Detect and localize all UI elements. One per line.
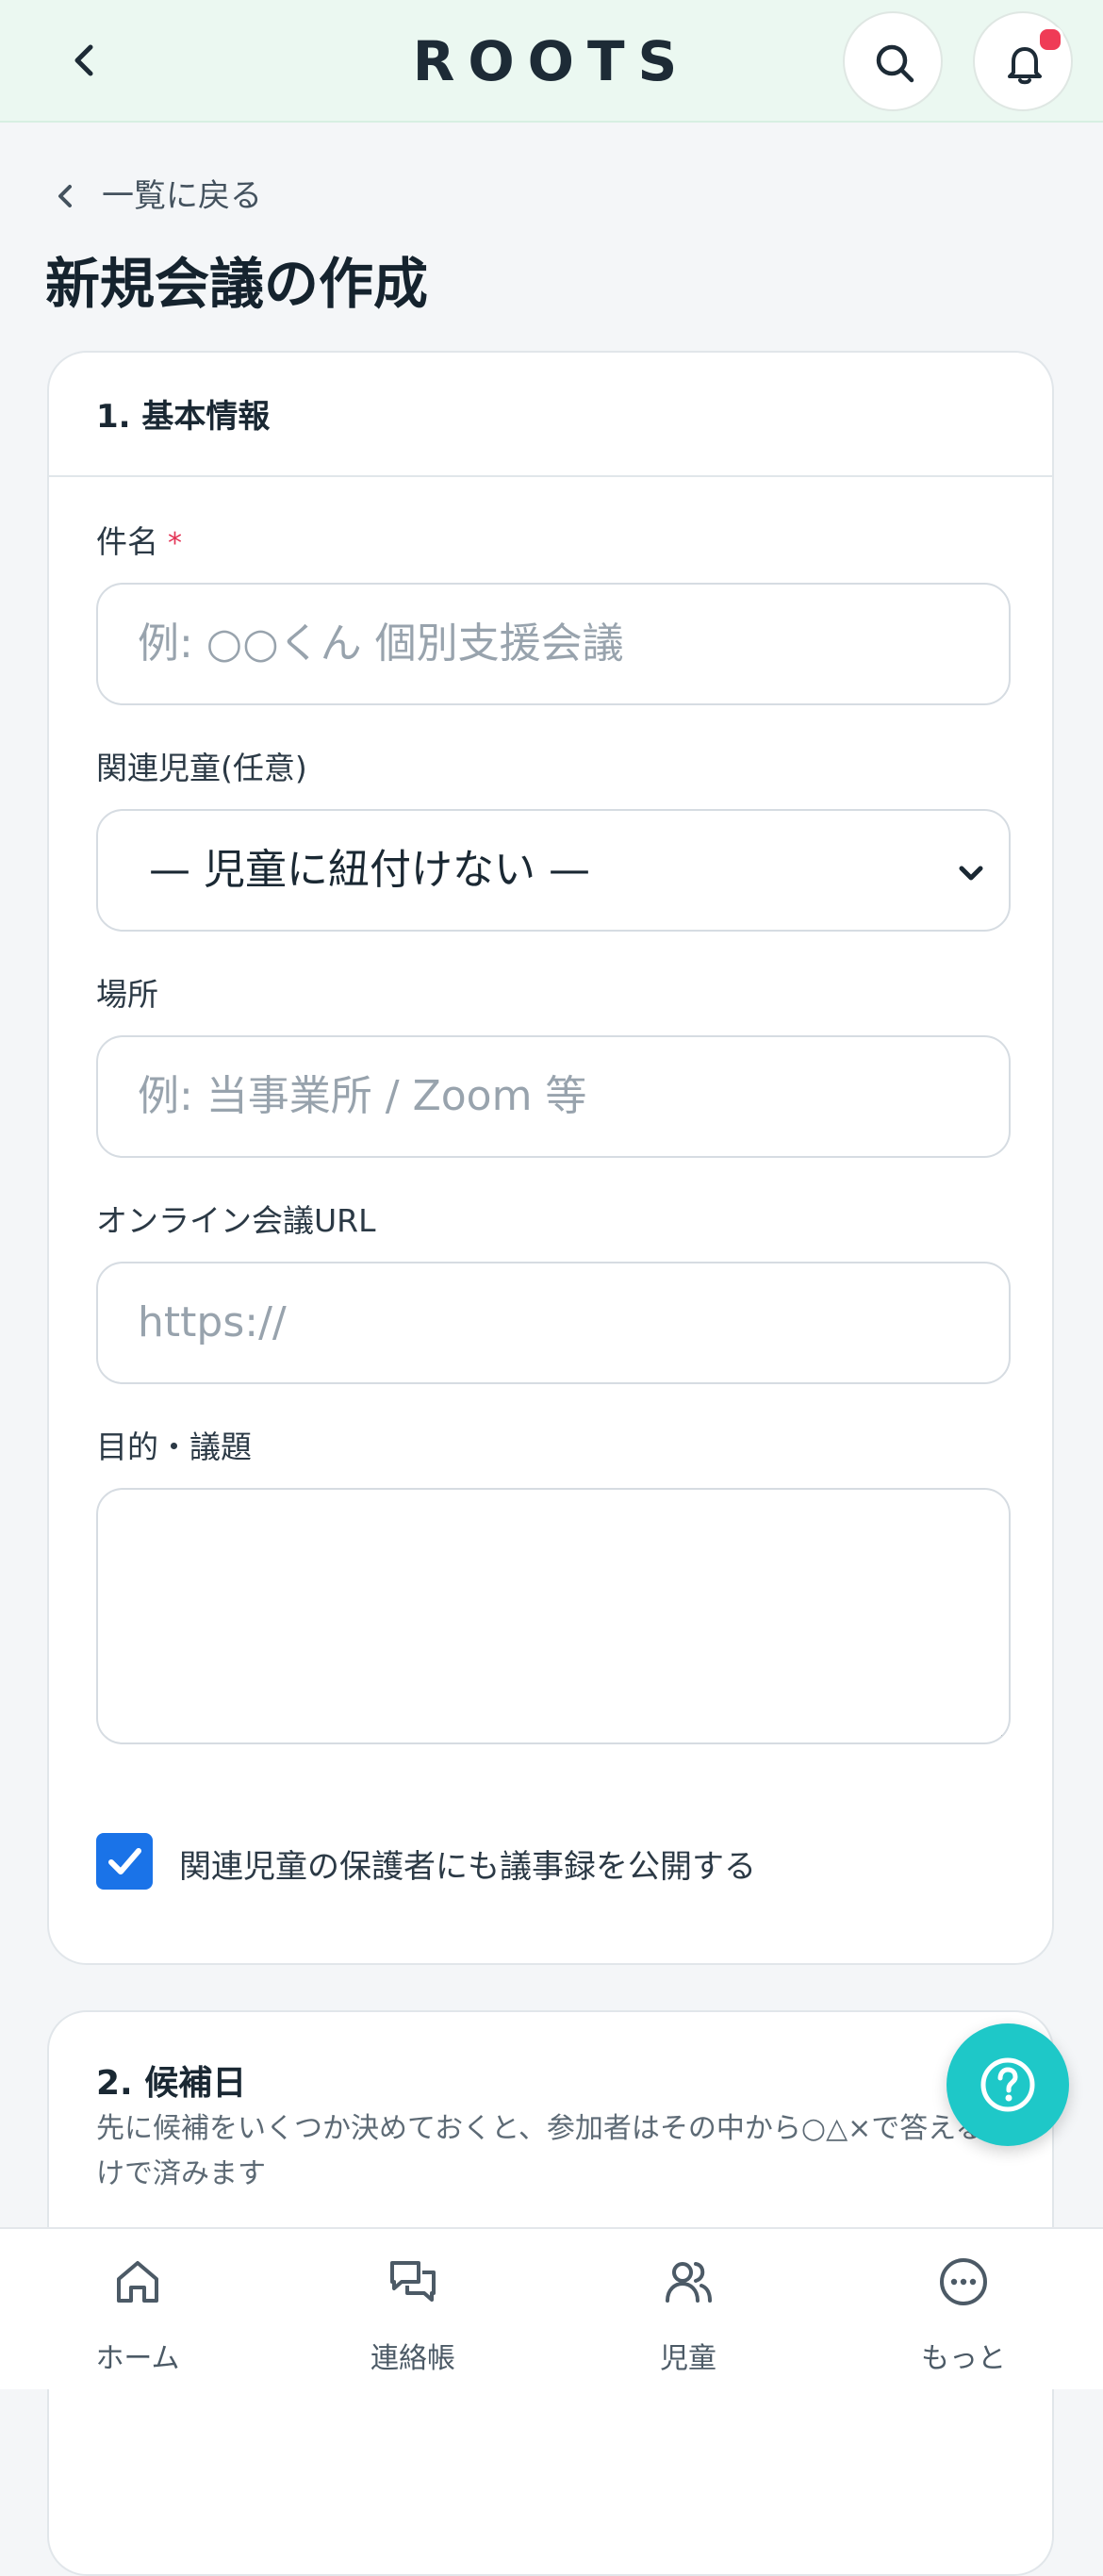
section-title: 1. 基本情報 [96, 398, 271, 436]
search-icon [876, 44, 914, 83]
tab-messages[interactable]: 連絡帳 [275, 2229, 551, 2389]
tab-label: ホーム [95, 2342, 180, 2375]
resize-handle[interactable] [1001, 1735, 1005, 1739]
home-icon [117, 2261, 158, 2303]
subject-input[interactable]: 例: ○○くん 個別支援会議 [96, 583, 1011, 705]
url-label: オンライン会議URL [96, 1202, 376, 1239]
notifications-button[interactable] [973, 11, 1073, 111]
tab-children[interactable]: 児童 [551, 2229, 826, 2389]
place-label: 場所 [96, 976, 158, 1013]
help-icon [980, 2057, 1035, 2112]
notification-badge [1037, 26, 1063, 53]
basic-info-card: 1. 基本情報 件名 * 例: ○○くん 個別支援会議 関連児童(任意) — 児童… [47, 351, 1054, 1965]
child-select[interactable]: — 児童に紐付けない — [96, 809, 1011, 932]
subject-label: 件名 * [96, 517, 182, 562]
required-mark: * [168, 527, 182, 560]
section-title: 2. 候補日 [96, 2064, 247, 2103]
subject-placeholder: 例: ○○くん 個別支援会議 [138, 619, 624, 668]
card-header: 1. 基本情報 [49, 353, 1052, 477]
bottom-tab-bar: ホーム 連絡帳 児童 もっと [0, 2227, 1103, 2389]
search-button[interactable] [843, 11, 943, 111]
agenda-label: 目的・議題 [96, 1428, 252, 1465]
tab-label: もっと [921, 2342, 1006, 2375]
users-icon [666, 2262, 712, 2303]
tab-label: 児童 [660, 2342, 716, 2375]
back-link-label: 一覧に戻る [102, 177, 262, 215]
share-checkbox-label[interactable]: 関連児童の保護者にも議事録を公開する [179, 1841, 756, 1887]
place-placeholder: 例: 当事業所 / Zoom 等 [138, 1072, 587, 1120]
chat-icon [390, 2261, 436, 2302]
back-icon[interactable] [58, 34, 111, 87]
agenda-textarea[interactable] [96, 1488, 1011, 1744]
more-icon [940, 2258, 987, 2305]
section-description: 先に候補をいくつか決めておくと、参加者はその中から○△×で答えるだけで済みます [96, 2112, 1012, 2190]
place-input[interactable]: 例: 当事業所 / Zoom 等 [96, 1035, 1011, 1158]
url-input[interactable]: https:// [96, 1262, 1011, 1384]
chevron-down-icon [959, 866, 983, 881]
page-title: 新規会議の作成 [45, 252, 429, 316]
tab-label: 連絡帳 [370, 2342, 455, 2375]
tab-more[interactable]: もっと [826, 2229, 1101, 2389]
subject-label-text: 件名 [96, 523, 158, 560]
tab-home[interactable]: ホーム [0, 2229, 275, 2389]
share-checkbox[interactable] [96, 1833, 153, 1890]
chevron-left-icon [58, 185, 72, 207]
child-label: 関連児童(任意) [96, 750, 307, 786]
help-button[interactable] [947, 2023, 1069, 2146]
child-select-value: — 児童に紐付けない — [149, 846, 590, 894]
checkmark-icon [108, 1848, 141, 1874]
app-header: ROOTS [0, 0, 1103, 123]
url-placeholder: https:// [138, 1298, 287, 1346]
